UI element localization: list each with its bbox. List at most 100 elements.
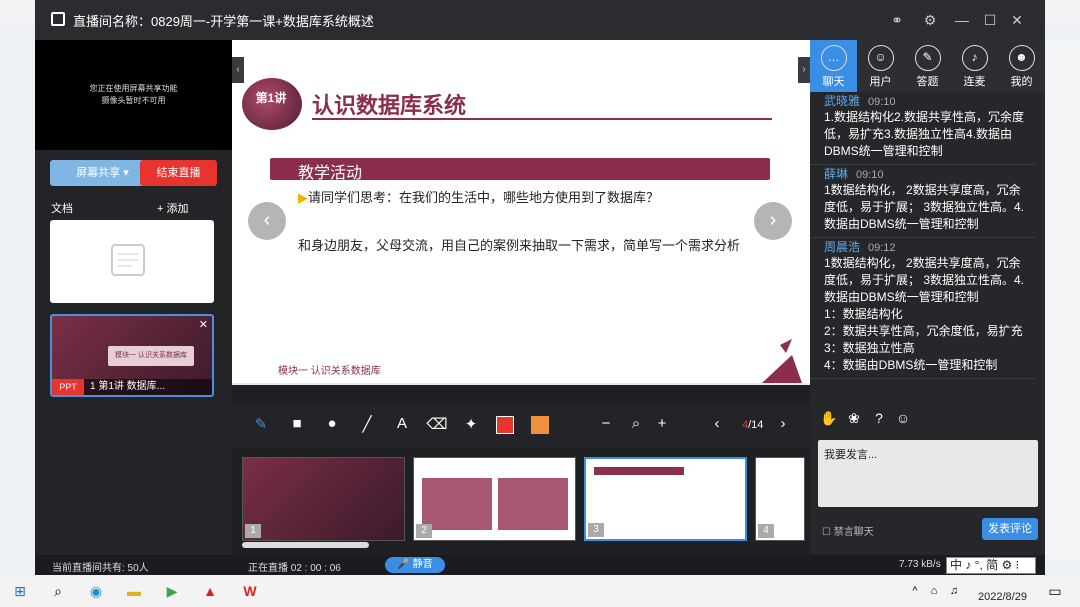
left-panel: 您正在使用屏幕共享功能 摄像头暂时不可用 屏幕共享 ▾ 结束直播 文档 + 添加… [35,40,232,555]
tray-chevron-icon[interactable]: ^ [905,581,925,601]
text-icon[interactable]: A [391,415,413,432]
eraser-icon[interactable]: ⌫ [426,415,448,433]
zoom-in-icon[interactable]: + [651,415,673,432]
rectangle-icon[interactable]: ■ [286,415,308,432]
notification-icon[interactable]: ▭ [1045,581,1065,601]
add-doc-button[interactable]: + 添加 [157,200,188,216]
clear-icon[interactable]: ✦ [460,415,482,433]
flower-icon[interactable]: ❀ [843,410,865,427]
doc-placeholder[interactable] [50,220,214,303]
line-icon[interactable]: ╱ [356,415,378,433]
thumbnail-2[interactable]: 2 [413,457,576,541]
close-icon[interactable]: ✕ [199,318,208,331]
status-bar: 当前直播间共有: 50人 正在直播 02 : 00 : 06 🎤 静音 7.73… [35,555,1045,575]
activity-title: 教学活动 [298,165,363,182]
taskbar-date[interactable]: 2022/8/29 [978,591,1027,603]
question-icon[interactable]: ? [868,410,890,426]
media-icon[interactable]: ▶ [162,581,182,601]
mute-chat-checkbox[interactable]: ☐ 禁言聊天 [822,523,874,538]
windows-start-icon[interactable]: ⊞ [10,581,30,601]
page-indicator: 4/14 [742,419,763,431]
message-text: 1数据结构化， 2数据共享度高，冗余度低，易于扩展； 3数据独立性高。4.数据由… [824,256,1025,372]
hand-icon[interactable]: ✋ [818,410,840,427]
message-time: 09:12 [868,242,896,254]
chat-input[interactable]: 我要发言... [818,440,1038,507]
pen-icon[interactable]: ✎ [250,415,272,433]
tab-answer[interactable]: ✎ 答题 [904,40,951,92]
minimize-icon[interactable]: — [952,10,972,30]
red-color-swatch[interactable] [496,416,514,434]
thumbnail-3[interactable]: 3 [584,457,747,541]
thumbnail-scrollbar[interactable] [242,542,369,548]
tab-users[interactable]: ☺ 用户 [857,40,904,92]
next-page-icon[interactable]: › [772,415,794,432]
docs-label: 文档 [51,203,73,215]
file-explorer-icon[interactable]: ▬ [124,581,144,601]
settings-icon[interactable]: ⚙ [920,10,940,30]
activity-bar: 教学活动 [270,158,770,182]
ime-toolbar[interactable]: 中 ♪ °, 简 ⚙ ⁝ [946,557,1036,574]
search-icon[interactable]: ⌕ [625,415,647,432]
collapse-right-icon[interactable]: › [798,57,810,83]
slide-thumbnails: 1 2 3 4 [232,452,810,552]
ppt-document-card[interactable]: 模块一 认识关系数据库 ✕ 1 第1讲 数据库... PPT [50,314,214,397]
message-time: 09:10 [856,169,884,181]
thumbnail-4[interactable]: 4 [755,457,805,541]
ppt-inner-title: 模块一 认识关系数据库 [108,346,194,366]
slide-canvas[interactable]: ‹ › 第1讲 认识数据库系统 教学活动 ▶请同学们思考：在我们的生活中，哪些地… [232,40,810,383]
slide-area: ‹ › 第1讲 认识数据库系统 教学活动 ▶请同学们思考：在我们的生活中，哪些地… [232,40,810,385]
prev-slide-button[interactable]: ‹ [248,202,286,240]
message-list[interactable]: 武晓雅 09:10 1.数据结构化2.数据共享性高，冗余度低，易扩充3.数据独立性高… [810,92,1035,392]
camera-preview: 您正在使用屏幕共享功能 摄像头暂时不可用 [35,40,232,150]
tab-mic[interactable]: ♪ 连麦 [951,40,998,92]
zoom-out-icon[interactable]: − [595,415,617,432]
list-item: 周晨浩 09:12 1数据结构化， 2数据共享度高，冗余度低，易于扩展； 3数据独立… [810,238,1035,379]
viewer-count: 当前直播间共有: 50人 [52,563,149,574]
lesson-badge: 第1讲 [242,78,302,130]
title-underline [312,118,772,120]
maximize-icon[interactable]: ☐ [980,10,1000,30]
title-bar: 直播间名称：0829周一-开学第一课+数据库系统概述 ⚭ ⚙ — ☐ ✕ [35,0,1045,40]
send-comment-button[interactable]: 发表评论 [982,518,1038,540]
thumb-num: 3 [588,523,604,537]
slide-title: 认识数据库系统 [312,93,467,118]
chat-icon: … [820,45,847,71]
page-total: /14 [748,419,764,431]
thumb-num: 2 [416,524,432,538]
mute-chat-label: 禁言聊天 [833,527,874,538]
cam-notice-2: 摄像头暂时不可用 [101,96,166,105]
tab-chat[interactable]: … 聊天 [810,40,857,92]
circle-icon[interactable]: ● [321,415,343,432]
corner-decoration [762,339,802,383]
slide-question: ▶请同学们思考：在我们的生活中，哪些地方使用到了数据库？ [298,187,659,206]
wps-icon[interactable]: W [240,581,260,601]
thumb-num: 1 [245,524,261,538]
mic-icon: ♪ [961,45,988,71]
collapse-left-icon[interactable]: ‹ [232,57,244,83]
orange-color-swatch[interactable] [531,416,549,434]
cam-notice-1: 您正在使用屏幕共享功能 [89,84,178,93]
tab-mine[interactable]: ☻ 我的 [998,40,1045,92]
thumbnail-1[interactable]: 1 [242,457,405,541]
tab-label: 连麦 [963,76,986,88]
message-time: 09:10 [868,96,896,108]
share-icon[interactable]: ⚭ [887,10,907,30]
end-live-button[interactable]: 结束直播 [140,160,217,186]
mute-label: 静音 [412,559,433,570]
taskbar: ⊞ ⌕ ◉ ▬ ▶ ▲ W ^ ⌂ ♫ 2022/8/29 ▭ [0,575,1080,607]
close-icon[interactable]: ✕ [1007,10,1027,30]
edge-icon[interactable]: ◉ [86,581,106,601]
emoji-icon[interactable]: ☺ [892,410,914,426]
search-icon[interactable]: ⌕ [48,581,68,601]
next-slide-button[interactable]: › [754,202,792,240]
app-logo-icon [51,12,65,26]
prev-page-icon[interactable]: ‹ [706,415,728,432]
users-icon: ☺ [867,45,894,71]
classroom-app-icon[interactable]: ▲ [200,581,220,601]
sender-name: 武晓雅 [824,94,861,108]
tab-label: 用户 [869,76,892,88]
chat-actions: ✋ ❀ ? ☺ [810,404,1045,434]
volume-icon[interactable]: ♫ [944,581,964,601]
network-icon[interactable]: ⌂ [924,581,944,601]
mute-button[interactable]: 🎤 静音 [385,557,445,573]
